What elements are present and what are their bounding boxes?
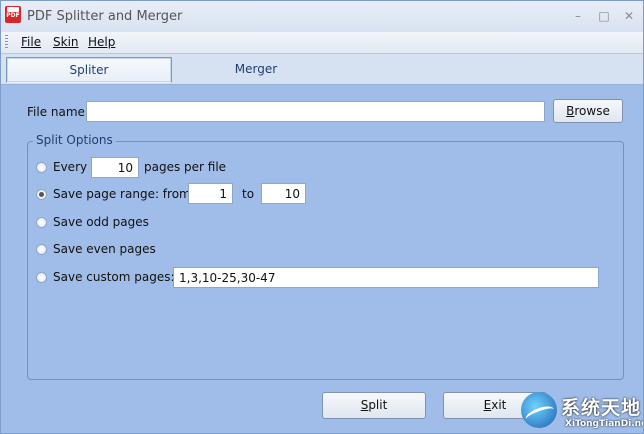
custom-pages-label: Save custom pages: (53, 270, 175, 284)
tab-merger[interactable]: Merger (173, 57, 339, 83)
radio-odd-pages[interactable] (36, 217, 47, 228)
range-to-label: to (242, 187, 255, 201)
menu-bar: File Skin Help (1, 32, 643, 54)
split-button[interactable]: Split (322, 392, 426, 419)
browse-label-rest: rowse (574, 104, 610, 118)
toolbar-grip-icon[interactable] (5, 35, 8, 50)
radio-every[interactable] (36, 162, 47, 173)
menu-file-label: File (21, 35, 42, 49)
split-options-title: Split Options (33, 133, 116, 147)
menu-file[interactable]: File (21, 35, 41, 49)
file-name-label: File name: (27, 105, 89, 119)
window-title: PDF Splitter and Merger (27, 9, 183, 24)
title-bar: PDF PDF Splitter and Merger – □ ✕ (1, 1, 643, 32)
close-button[interactable]: ✕ (621, 8, 637, 24)
watermark-subtitle: XiTongTianDi.net (565, 419, 644, 429)
range-to-input[interactable] (261, 183, 306, 204)
browse-button[interactable]: Browse (553, 99, 623, 123)
minimize-button[interactable]: – (570, 8, 586, 24)
page-range-label: Save page range: from (53, 187, 191, 201)
radio-page-range[interactable] (36, 189, 47, 200)
exit-label-rest: xit (491, 398, 507, 412)
pages-per-file-label: pages per file (144, 160, 227, 174)
file-name-input[interactable] (86, 101, 545, 122)
radio-custom-pages[interactable] (36, 272, 47, 283)
odd-pages-label: Save odd pages (53, 215, 149, 229)
maximize-button[interactable]: □ (596, 8, 612, 24)
menu-help[interactable]: Help (88, 35, 115, 49)
app-window: PDF PDF Splitter and Merger – □ ✕ File S… (0, 0, 644, 434)
watermark-logo-icon (521, 392, 557, 428)
range-from-input[interactable] (188, 183, 233, 204)
menu-help-label: Help (88, 35, 116, 49)
tab-strip: Spliter Merger (1, 54, 643, 85)
menu-skin-label: Skin (53, 35, 79, 49)
split-label-rest: plit (368, 398, 388, 412)
watermark: 系统天地 XiTongTianDi.net (511, 388, 644, 433)
menu-skin[interactable]: Skin (53, 35, 79, 49)
every-pages-input[interactable] (91, 157, 139, 178)
every-label: Every (53, 160, 88, 174)
pdf-icon-text: PDF (6, 12, 20, 19)
watermark-title: 系统天地 (561, 397, 642, 419)
custom-pages-input[interactable] (173, 267, 599, 288)
tab-spliter[interactable]: Spliter (6, 57, 172, 83)
pdf-app-icon: PDF (5, 6, 21, 23)
even-pages-label: Save even pages (53, 242, 156, 256)
radio-even-pages[interactable] (36, 244, 47, 255)
